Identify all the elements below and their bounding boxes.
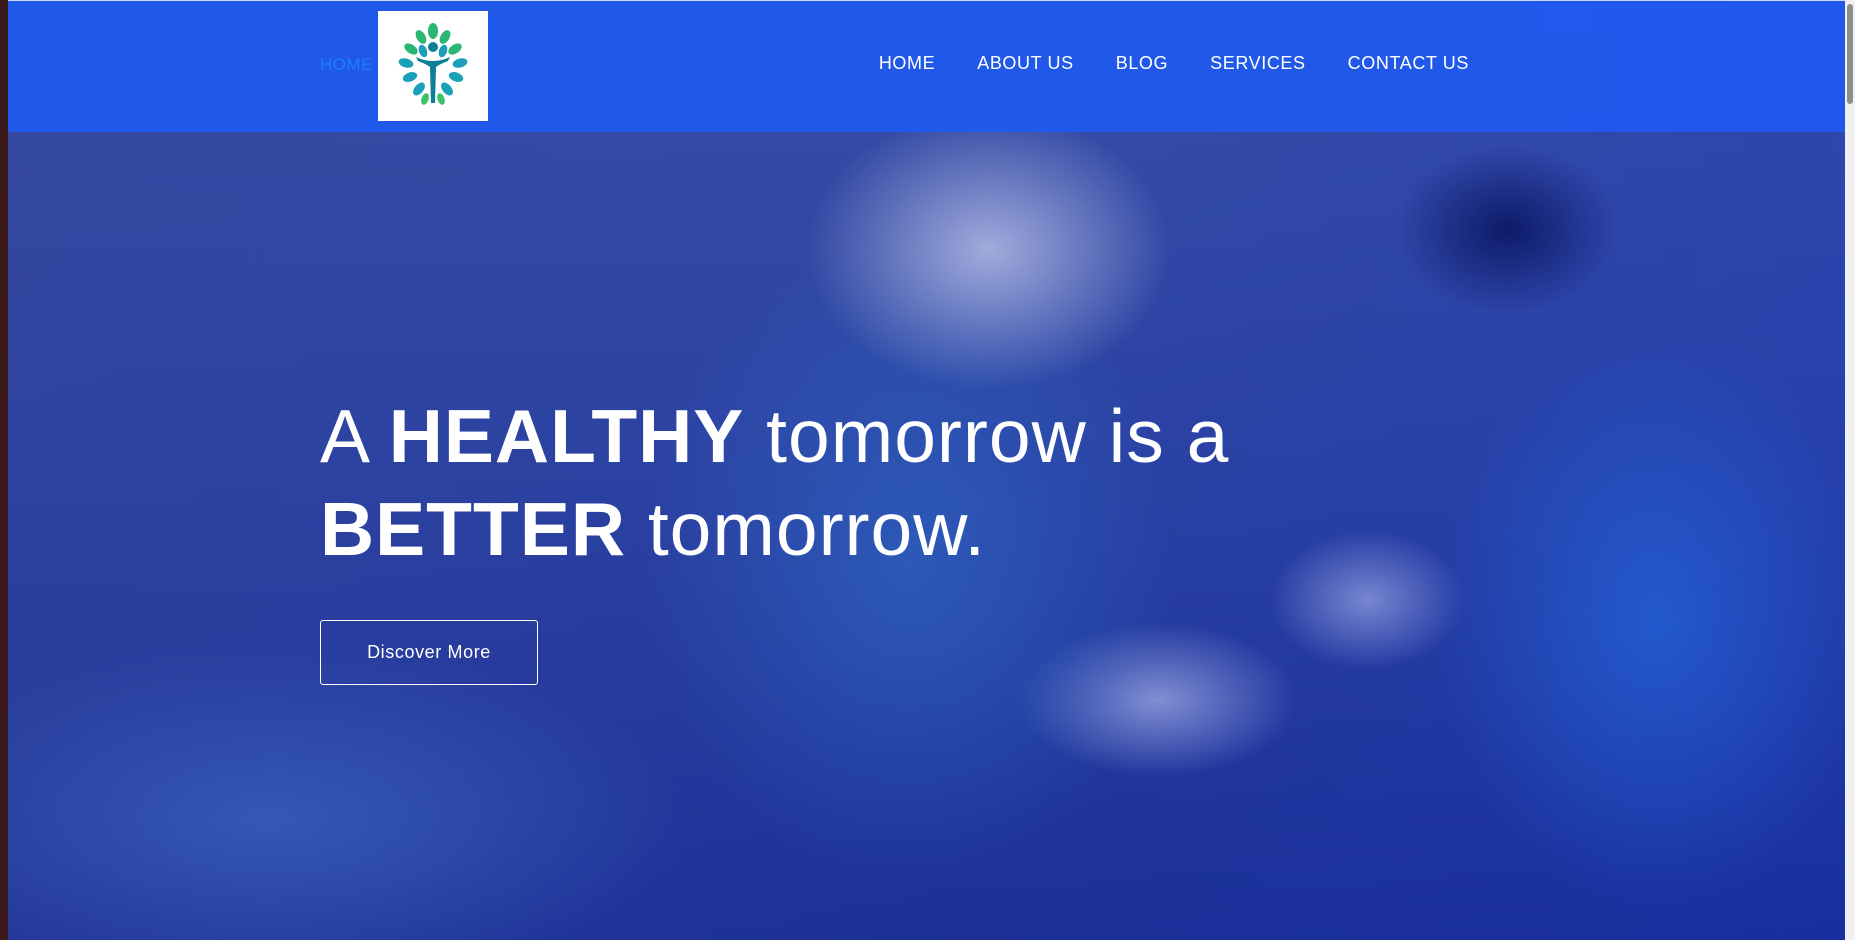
hero-title-bold-healthy: HEALTHY bbox=[388, 394, 745, 478]
nav-home[interactable]: HOME bbox=[879, 53, 935, 74]
scrollbar[interactable] bbox=[1845, 0, 1855, 940]
site-header: HOME HOME ABOUT US BLOG SERVICES CONTACT… bbox=[8, 0, 1845, 132]
page: HOME HOME ABOUT US BLOG SERVICES CONTACT… bbox=[8, 0, 1845, 940]
hero-title-bold-better: BETTER bbox=[320, 487, 626, 571]
scrollbar-thumb[interactable] bbox=[1847, 4, 1853, 104]
main-nav: HOME ABOUT US BLOG SERVICES CONTACT US bbox=[879, 53, 1469, 74]
nav-services[interactable]: SERVICES bbox=[1210, 53, 1306, 74]
nav-about-us[interactable]: ABOUT US bbox=[977, 53, 1074, 74]
discover-more-button[interactable]: Discover More bbox=[320, 620, 538, 685]
hero-title: A HEALTHY tomorrow is a BETTER tomorrow. bbox=[320, 390, 1320, 576]
logo[interactable] bbox=[378, 11, 488, 121]
hero-title-part3: tomorrow. bbox=[626, 487, 987, 571]
tree-person-logo-icon bbox=[398, 23, 468, 105]
nav-contact-us[interactable]: CONTACT US bbox=[1348, 53, 1469, 74]
nav-blog[interactable]: BLOG bbox=[1116, 53, 1168, 74]
hero-title-part2: tomorrow is a bbox=[744, 394, 1230, 478]
header-home-link[interactable]: HOME bbox=[320, 55, 373, 75]
hero-title-part1: A bbox=[320, 394, 389, 478]
